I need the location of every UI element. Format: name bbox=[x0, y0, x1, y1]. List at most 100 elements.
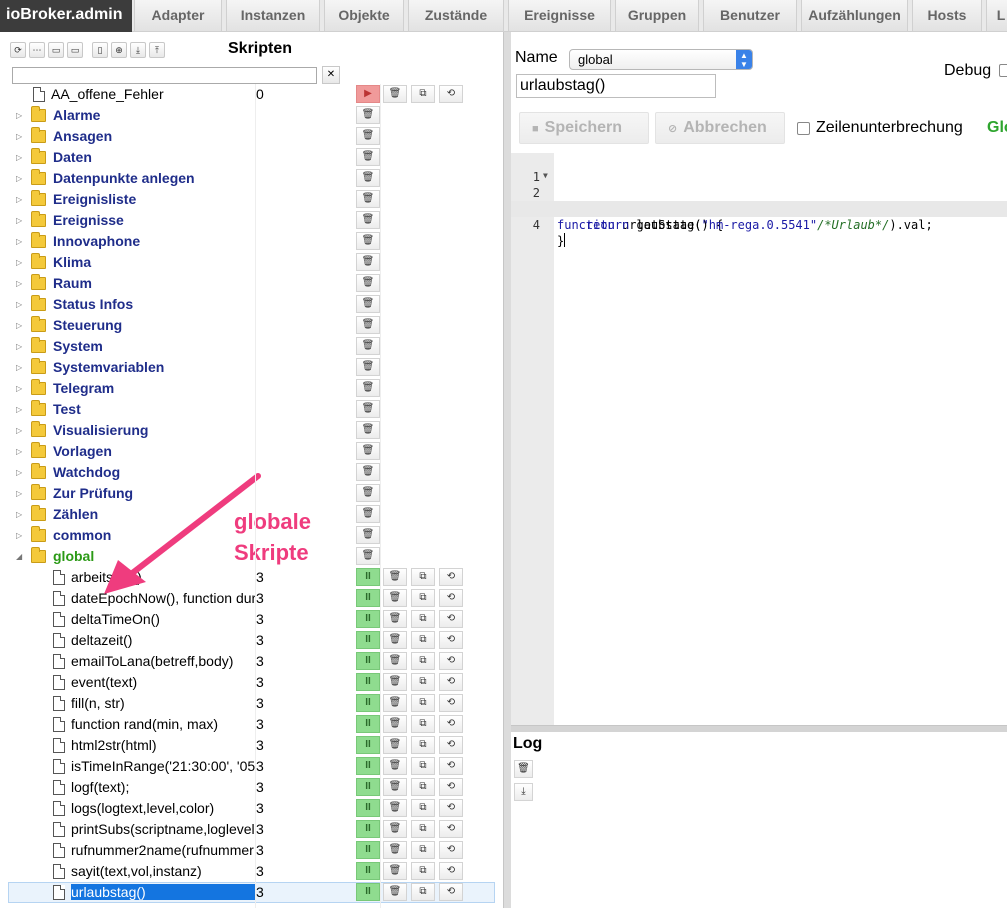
delete-script-button[interactable]: 🗑 bbox=[383, 841, 407, 859]
script-name-input[interactable]: urlaubstag() bbox=[516, 74, 716, 98]
delete-folder-button[interactable]: 🗑 bbox=[356, 190, 380, 208]
collapsed-arrow-icon[interactable]: ▷ bbox=[16, 384, 22, 393]
tab-aufzählungen[interactable]: Aufzählungen bbox=[801, 0, 908, 32]
folder-select[interactable]: global ▲ ▼ bbox=[569, 49, 753, 70]
collapsed-arrow-icon[interactable]: ▷ bbox=[16, 510, 22, 519]
pause-script-button[interactable]: II bbox=[356, 841, 380, 859]
copy-script-button[interactable]: ⧉ bbox=[411, 652, 435, 670]
delete-script-button[interactable]: 🗑 bbox=[383, 799, 407, 817]
save-button[interactable]: ■ Speichern bbox=[519, 112, 649, 144]
pause-script-button[interactable]: II bbox=[356, 589, 380, 607]
clear-filter-button[interactable]: ✕ bbox=[322, 66, 340, 84]
reset-script-button[interactable]: ⟲ bbox=[439, 589, 463, 607]
copy-script-button[interactable]: ⧉ bbox=[411, 862, 435, 880]
folder-row[interactable]: ▷ Vorlagen 🗑 bbox=[0, 441, 503, 462]
tab-zustände[interactable]: Zustände bbox=[408, 0, 504, 32]
pause-script-button[interactable]: II bbox=[356, 778, 380, 796]
collapsed-arrow-icon[interactable]: ▷ bbox=[16, 300, 22, 309]
reset-script-button[interactable]: ⟲ bbox=[439, 568, 463, 586]
script-row[interactable]: deltaTimeOn() 3 II 🗑 ⧉ ⟲ bbox=[0, 609, 503, 630]
copy-script-button[interactable]: ⧉ bbox=[411, 589, 435, 607]
folder-row[interactable]: ▷ Visualisierung 🗑 bbox=[0, 420, 503, 441]
reset-script-button[interactable]: ⟲ bbox=[439, 652, 463, 670]
delete-script-button[interactable]: 🗑 bbox=[383, 610, 407, 628]
delete-script-button[interactable]: 🗑 bbox=[383, 778, 407, 796]
collapsed-arrow-icon[interactable]: ▷ bbox=[16, 489, 22, 498]
delete-script-button[interactable]: 🗑 bbox=[383, 736, 407, 754]
folder-add-icon[interactable]: ▭ bbox=[67, 42, 83, 58]
folder-row[interactable]: ▷ Ansagen 🗑 bbox=[0, 126, 503, 147]
refresh-icon[interactable]: ⟳ bbox=[10, 42, 26, 58]
script-row[interactable]: isTimeInRange('21:30:00', '053 3 II 🗑 ⧉ ⟲ bbox=[0, 756, 503, 777]
delete-script-button[interactable]: 🗑 bbox=[383, 652, 407, 670]
pause-script-button[interactable]: II bbox=[356, 862, 380, 880]
delete-script-button[interactable]: 🗑 bbox=[383, 673, 407, 691]
folder-row[interactable]: ▷ Ereignisse 🗑 bbox=[0, 210, 503, 231]
delete-script-button[interactable]: 🗑 bbox=[383, 694, 407, 712]
reset-script-button[interactable]: ⟲ bbox=[439, 673, 463, 691]
delete-script-button[interactable]: 🗑 bbox=[383, 862, 407, 880]
delete-folder-button[interactable]: 🗑 bbox=[356, 127, 380, 145]
collapsed-arrow-icon[interactable]: ▷ bbox=[16, 237, 22, 246]
delete-folder-button[interactable]: 🗑 bbox=[356, 316, 380, 334]
reset-script-button[interactable]: ⟲ bbox=[439, 862, 463, 880]
copy-script-button[interactable]: ⧉ bbox=[411, 85, 435, 103]
copy-script-button[interactable]: ⧉ bbox=[411, 883, 435, 901]
pause-script-button[interactable]: II bbox=[356, 736, 380, 754]
script-row[interactable]: event(text) 3 II 🗑 ⧉ ⟲ bbox=[0, 672, 503, 693]
tab-gruppen[interactable]: Gruppen bbox=[615, 0, 699, 32]
folder-row[interactable]: ▷ Klima 🗑 bbox=[0, 252, 503, 273]
pause-script-button[interactable]: II bbox=[356, 883, 380, 901]
delete-folder-button[interactable]: 🗑 bbox=[356, 106, 380, 124]
code-editor[interactable]: 1 2 ▼ function urlaubstag() { 3 return g… bbox=[511, 153, 1007, 725]
reset-script-button[interactable]: ⟲ bbox=[439, 820, 463, 838]
collapsed-arrow-icon[interactable]: ▷ bbox=[16, 447, 22, 456]
copy-script-button[interactable]: ⧉ bbox=[411, 715, 435, 733]
delete-folder-button[interactable]: 🗑 bbox=[356, 169, 380, 187]
download-log-button[interactable]: ⤓ bbox=[514, 783, 533, 801]
pause-script-button[interactable]: II bbox=[356, 757, 380, 775]
expanded-arrow-icon[interactable]: ◢ bbox=[16, 552, 22, 561]
delete-folder-button[interactable]: 🗑 bbox=[356, 526, 380, 544]
delete-folder-button[interactable]: 🗑 bbox=[356, 442, 380, 460]
fold-arrow-icon[interactable]: ▼ bbox=[543, 168, 548, 184]
delete-folder-button[interactable]: 🗑 bbox=[356, 295, 380, 313]
copy-script-button[interactable]: ⧉ bbox=[411, 694, 435, 712]
collapsed-arrow-icon[interactable]: ▷ bbox=[16, 132, 22, 141]
folder-row[interactable]: ▷ Alarme 🗑 bbox=[0, 105, 503, 126]
pause-script-button[interactable]: II bbox=[356, 568, 380, 586]
delete-folder-button[interactable]: 🗑 bbox=[356, 547, 380, 565]
pause-script-button[interactable]: II bbox=[356, 652, 380, 670]
pause-script-button[interactable]: II bbox=[356, 694, 380, 712]
pause-script-button[interactable]: II bbox=[356, 820, 380, 838]
collapsed-arrow-icon[interactable]: ▷ bbox=[16, 153, 22, 162]
delete-script-button[interactable]: 🗑 bbox=[383, 883, 407, 901]
delete-folder-button[interactable]: 🗑 bbox=[356, 463, 380, 481]
script-row[interactable]: html2str(html) 3 II 🗑 ⧉ ⟲ bbox=[0, 735, 503, 756]
folder-row[interactable]: ▷ Telegram 🗑 bbox=[0, 378, 503, 399]
tab-adapter[interactable]: Adapter bbox=[134, 0, 222, 32]
copy-script-button[interactable]: ⧉ bbox=[411, 757, 435, 775]
import-icon[interactable]: ⤒ bbox=[149, 42, 165, 58]
folder-row[interactable]: ▷ Daten 🗑 bbox=[0, 147, 503, 168]
collapsed-arrow-icon[interactable]: ▷ bbox=[16, 216, 22, 225]
copy-script-button[interactable]: ⧉ bbox=[411, 799, 435, 817]
pause-script-button[interactable]: II bbox=[356, 673, 380, 691]
delete-script-button[interactable]: 🗑 bbox=[383, 757, 407, 775]
delete-folder-button[interactable]: 🗑 bbox=[356, 148, 380, 166]
copy-script-button[interactable]: ⧉ bbox=[411, 673, 435, 691]
collapse-icon[interactable]: ⋯ bbox=[29, 42, 45, 58]
pause-script-button[interactable]: II bbox=[356, 631, 380, 649]
delete-folder-button[interactable]: 🗑 bbox=[356, 253, 380, 271]
reset-script-button[interactable]: ⟲ bbox=[439, 715, 463, 733]
copy-script-button[interactable]: ⧉ bbox=[411, 736, 435, 754]
tab-hosts[interactable]: Hosts bbox=[912, 0, 982, 32]
folder-row[interactable]: ▷ Systemvariablen 🗑 bbox=[0, 357, 503, 378]
script-row[interactable]: AA_offene_Fehler 0 ▶ 🗑 ⧉ ⟲ bbox=[0, 84, 503, 105]
script-row[interactable]: urlaubstag() 3 II 🗑 ⧉ ⟲ bbox=[0, 882, 503, 903]
delete-script-button[interactable]: 🗑 bbox=[383, 568, 407, 586]
collapsed-arrow-icon[interactable]: ▷ bbox=[16, 531, 22, 540]
script-row[interactable]: deltazeit() 3 II 🗑 ⧉ ⟲ bbox=[0, 630, 503, 651]
script-row[interactable]: fill(n, str) 3 II 🗑 ⧉ ⟲ bbox=[0, 693, 503, 714]
reset-script-button[interactable]: ⟲ bbox=[439, 736, 463, 754]
